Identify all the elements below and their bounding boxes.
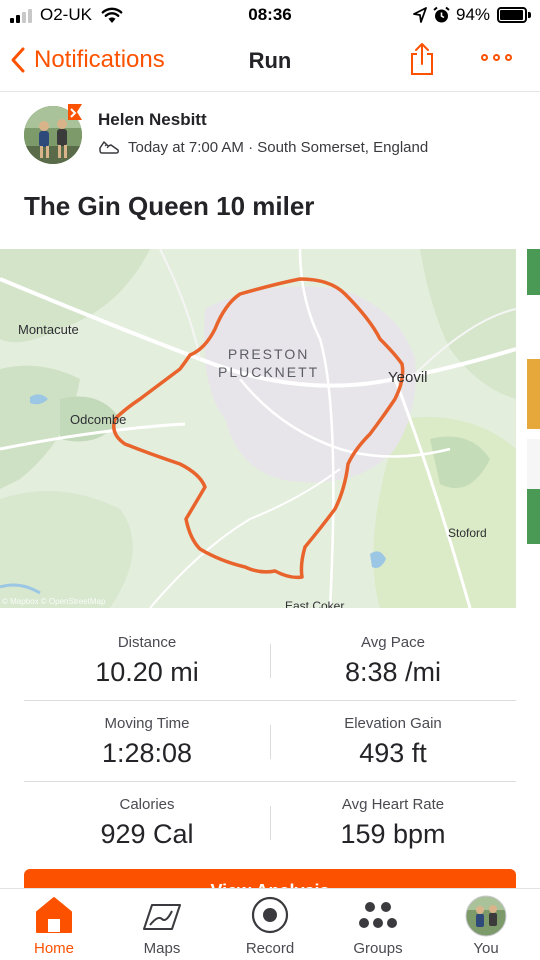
stat-distance: Distance 10.20 mi bbox=[24, 620, 270, 688]
stat-label: Avg Pace bbox=[361, 634, 425, 651]
activity-meta: Today at 7:00 AM · South Somerset, Engla… bbox=[98, 138, 428, 156]
activity-date-location: Today at 7:00 AM · South Somerset, Engla… bbox=[128, 138, 429, 156]
stat-label: Elevation Gain bbox=[344, 715, 442, 732]
profile-avatar bbox=[465, 895, 507, 937]
stat-avg-heart-rate: Avg Heart Rate 159 bpm bbox=[270, 782, 516, 850]
tab-label: Maps bbox=[143, 940, 181, 957]
activity-title: The Gin Queen 10 miler bbox=[24, 191, 315, 221]
stat-value: 10.20 mi bbox=[95, 657, 199, 687]
battery-percent: 94% bbox=[456, 5, 491, 24]
stat-row: Distance 10.20 mi Avg Pace 8:38 /mi bbox=[24, 620, 516, 701]
map-canvas bbox=[0, 249, 516, 608]
share-icon[interactable] bbox=[409, 42, 435, 76]
route-map[interactable]: Montacute Odcombe PRESTON PLUCKNETT Yeov… bbox=[0, 249, 516, 608]
tab-home[interactable]: Home bbox=[0, 889, 108, 960]
stat-value: 929 Cal bbox=[100, 819, 194, 849]
record-icon bbox=[251, 896, 289, 934]
stat-elevation-gain: Elevation Gain 493 ft bbox=[270, 701, 516, 769]
location-icon bbox=[413, 7, 427, 23]
tab-maps[interactable]: Maps bbox=[108, 889, 216, 960]
alarm-icon bbox=[433, 6, 450, 23]
tab-groups[interactable]: Groups bbox=[324, 889, 432, 960]
stat-label: Distance bbox=[117, 634, 177, 651]
stat-row: Moving Time 1:28:08 Elevation Gain 493 f… bbox=[24, 701, 516, 782]
nav-header: Notifications Run bbox=[0, 34, 540, 92]
battery-icon bbox=[497, 7, 531, 23]
photo-strip[interactable] bbox=[527, 249, 540, 608]
map-icon bbox=[143, 904, 181, 930]
stat-value: 1:28:08 bbox=[101, 738, 193, 768]
status-bar: O2-UK 08:36 94% bbox=[0, 0, 540, 34]
home-icon bbox=[36, 897, 72, 933]
stat-value: 493 ft bbox=[359, 738, 427, 768]
map-label-montacute: Montacute bbox=[18, 322, 79, 337]
map-label-yeovil: Yeovil bbox=[388, 369, 428, 386]
stat-avg-pace: Avg Pace 8:38 /mi bbox=[270, 620, 516, 688]
map-label-odcombe: Odcombe bbox=[70, 412, 127, 427]
stat-calories: Calories 929 Cal bbox=[24, 782, 270, 850]
groups-icon bbox=[359, 902, 397, 928]
map-attribution: © Mapbox © OpenStreetMap bbox=[2, 597, 106, 606]
tab-record[interactable]: Record bbox=[216, 889, 324, 960]
stat-value: 8:38 /mi bbox=[344, 657, 442, 687]
athlete-name[interactable]: Helen Nesbitt bbox=[98, 110, 207, 130]
tab-bar: Home Maps Record Groups You bbox=[0, 888, 540, 960]
map-label-east-coker: East Coker bbox=[285, 599, 345, 608]
stat-moving-time: Moving Time 1:28:08 bbox=[24, 701, 270, 769]
stat-label: Moving Time bbox=[104, 715, 190, 732]
tab-label: Groups bbox=[353, 940, 403, 957]
tab-you[interactable]: You bbox=[432, 889, 540, 960]
tab-label: Record bbox=[245, 940, 295, 957]
stat-label: Calories bbox=[119, 796, 175, 813]
stat-label: Avg Heart Rate bbox=[341, 796, 445, 813]
map-label-district: PRESTON PLUCKNETT bbox=[218, 346, 320, 380]
tab-label: Home bbox=[33, 940, 74, 957]
page-title: Run bbox=[248, 48, 292, 73]
stat-row: Calories 929 Cal Avg Heart Rate 159 bpm bbox=[24, 782, 516, 863]
activity-stats: Distance 10.20 mi Avg Pace 8:38 /mi Movi… bbox=[24, 620, 516, 863]
map-label-stoford: Stoford bbox=[448, 526, 487, 540]
more-icon[interactable] bbox=[481, 54, 512, 61]
stat-value: 159 bpm bbox=[340, 819, 446, 849]
subscriber-badge-icon bbox=[68, 104, 82, 120]
running-shoe-icon bbox=[99, 141, 119, 154]
tab-label: You bbox=[473, 940, 499, 957]
